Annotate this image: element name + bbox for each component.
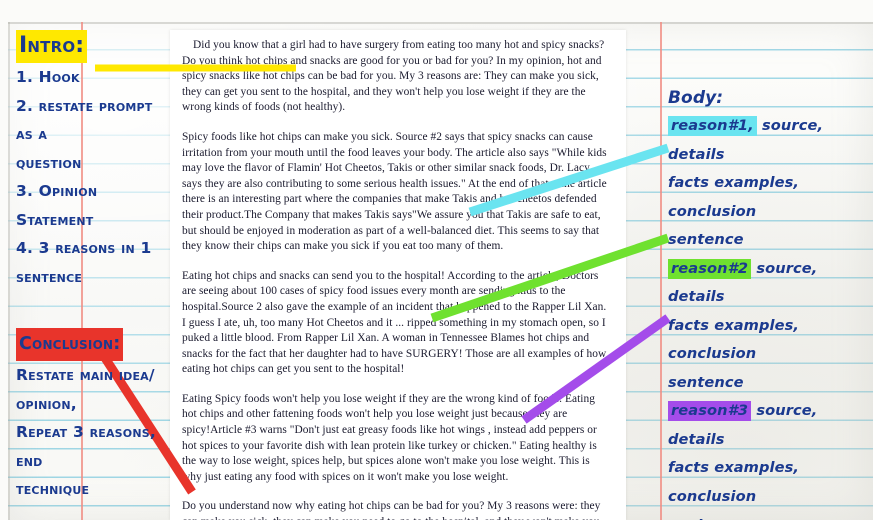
annotation-reason3-label: reason#3 [668, 401, 752, 421]
margin-line-right [660, 22, 662, 520]
annotation-conclusion-line-4: technique [16, 480, 90, 498]
annotation-conclusion-line-2: opinion, [16, 394, 77, 413]
annotation-intro-line-5: Statement [16, 210, 94, 229]
annotation-conclusion: Conclusion: Restate main idea/ opinion, … [16, 328, 166, 504]
annotation-body-reason1-line-1: reason#1, source, details [668, 112, 873, 169]
annotation-conclusion-heading: Conclusion: [16, 328, 124, 361]
annotation-body-reason3-line-3: sentence [668, 511, 873, 520]
paper-top-edge [8, 22, 873, 24]
annotation-conclusion-line-3: Repeat 3 reasons, end [16, 423, 156, 470]
annotation-intro-line-2: 2. restate prompt as a [16, 96, 153, 144]
annotation-intro: Intro: 1. Hook 2. restate prompt as a qu… [16, 30, 166, 291]
annotation-body-reason1-line-2: facts examples, conclusion [668, 174, 800, 220]
annotation-intro-line-7: sentence [16, 267, 83, 286]
annotation-intro-heading: Intro: [16, 30, 88, 63]
essay-paragraph-body1: Spicy foods like hot chips can make you … [182, 130, 607, 253]
annotation-body-reason1-line-3: sentence [668, 231, 744, 248]
annotation-body-heading: Body: [668, 88, 724, 108]
annotation-intro-line-1: 1. Hook [16, 68, 80, 86]
annotation-body-reason2-line-2: facts examples, conclusion [668, 316, 800, 363]
notebook-page: Did you know that a girl had to have sur… [0, 0, 873, 520]
annotation-reason1-label: reason#1, [668, 116, 757, 136]
paper-left-edge [8, 22, 10, 520]
annotation-intro-line-4: 3. Opinion [16, 182, 98, 200]
essay-paragraph-intro: Did you know that a girl had to have sur… [182, 39, 605, 114]
annotation-body-reason2-line-3: sentence [668, 373, 744, 391]
annotation-body-reason3-line-2: facts examples, conclusion [668, 459, 800, 505]
annotation-body-reason2-line-1: reason#2 source, details [668, 255, 873, 312]
essay-paragraph-body2: Eating hot chips and snacks can send you… [182, 269, 607, 376]
annotation-body-reason3-line-1: reason#3 source, details [668, 397, 873, 454]
annotation-conclusion-line-1: Restate main idea/ [16, 366, 155, 384]
essay-paragraph-conclusion: Do you understand now why eating hot chi… [182, 500, 601, 520]
annotation-reason2-label: reason#2 [668, 258, 752, 279]
essay-paragraph-body3: Eating Spicy foods won't help you lose w… [182, 392, 597, 483]
annotation-body: Body: reason#1, source, details facts ex… [668, 84, 873, 520]
essay-document: Did you know that a girl had to have sur… [170, 30, 626, 520]
annotation-intro-line-3: question [16, 153, 82, 172]
annotation-intro-line-6: 4. 3 reasons in 1 [16, 239, 152, 257]
